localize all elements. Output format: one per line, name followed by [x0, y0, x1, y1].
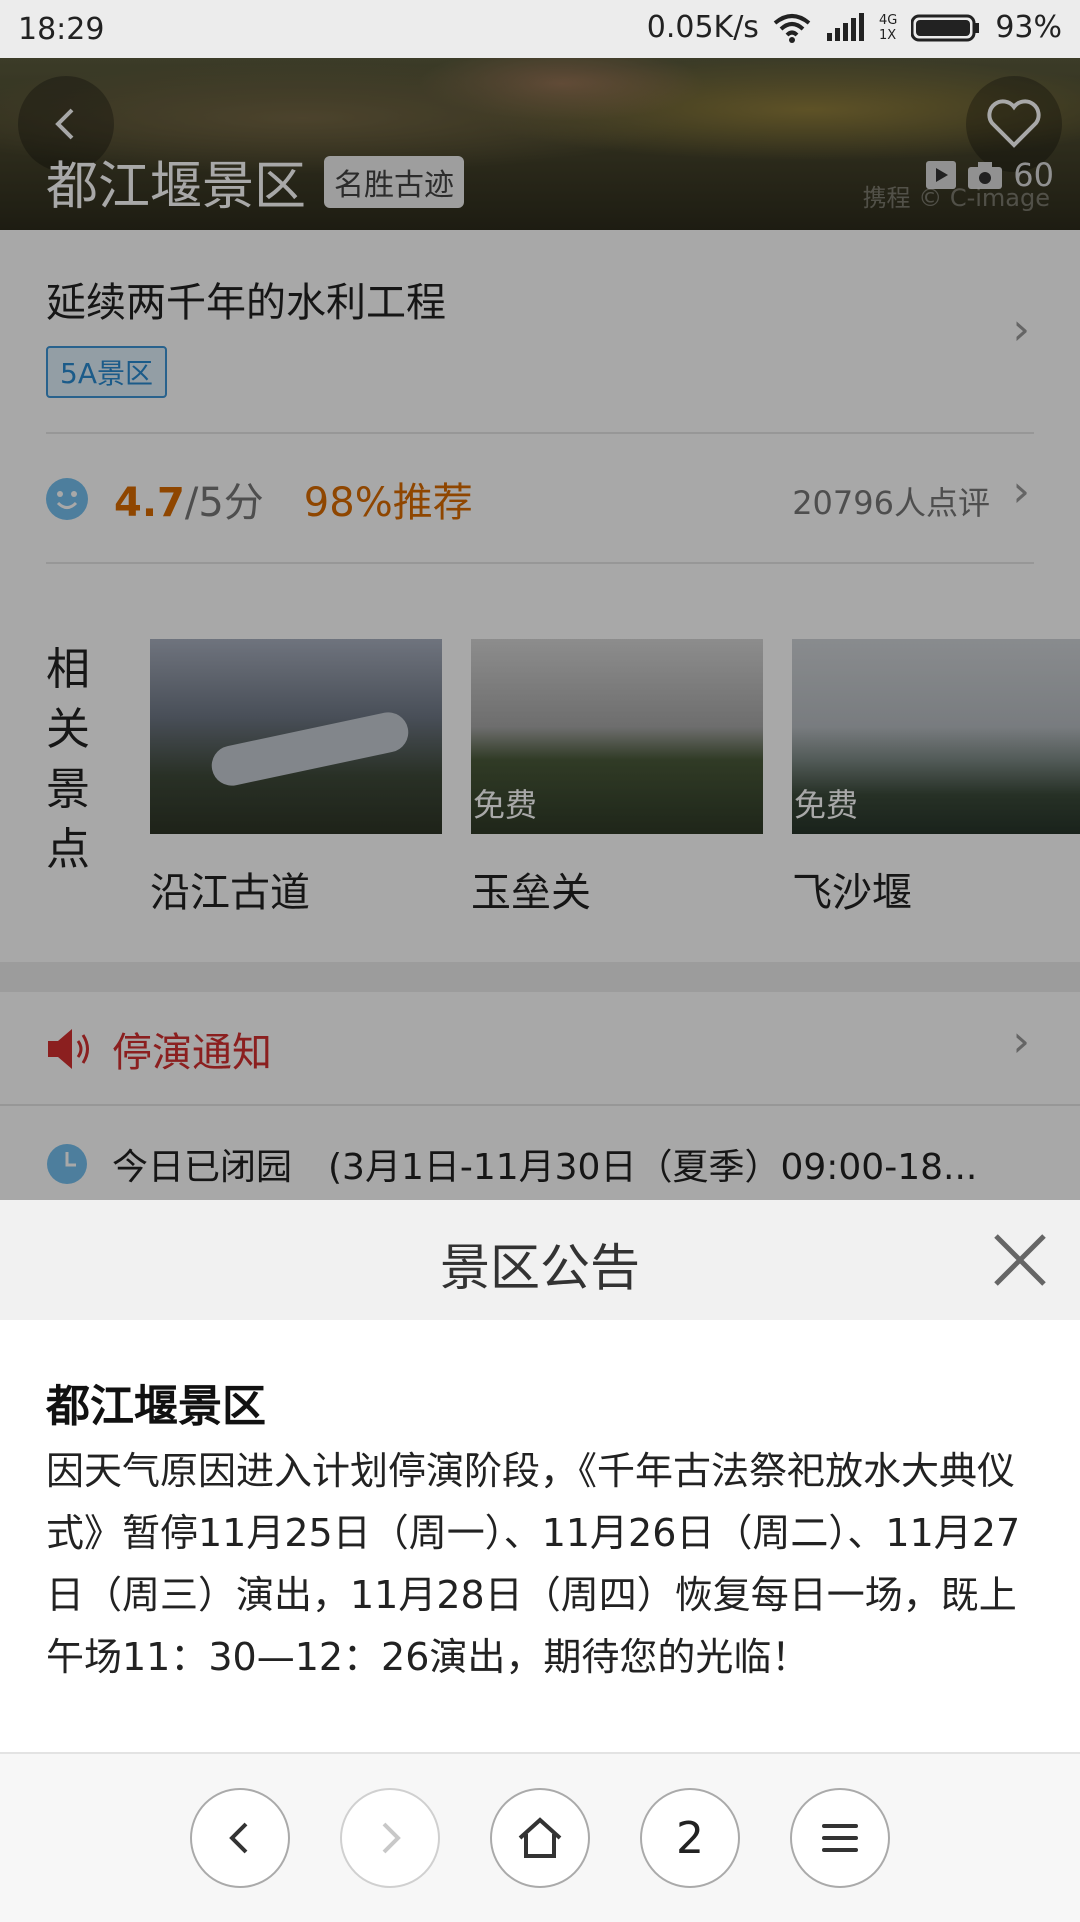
tab-count: 2: [676, 1812, 704, 1864]
chevron-right-icon: [382, 1822, 401, 1854]
chevron-left-icon: [229, 1822, 248, 1854]
nav-forward-button[interactable]: [340, 1788, 440, 1888]
announcement-sheet: 景区公告 都江堰景区 因天气原因进入计划停演阶段，《千年古法祭祀放水大典仪式》暂…: [0, 1200, 1080, 1922]
battery-percent: 93%: [995, 10, 1062, 45]
home-icon: [518, 1817, 562, 1858]
nav-menu-button[interactable]: [790, 1788, 890, 1888]
announcement-heading: 都江堰景区: [46, 1381, 266, 1432]
menu-icon: [822, 1824, 858, 1852]
status-time: 18:29: [18, 12, 105, 47]
nav-tabs-button[interactable]: 2: [640, 1788, 740, 1888]
network-type: 4G 1X: [878, 12, 898, 43]
signal-icon: [826, 12, 864, 41]
nav-home-button[interactable]: [490, 1788, 590, 1888]
nav-back-button[interactable]: [190, 1788, 290, 1888]
battery-icon: [911, 14, 980, 41]
announcement-body: 因天气原因进入计划停演阶段，《千年古法祭祀放水大典仪式》暂停11月25日（周一）…: [46, 1449, 1021, 1679]
modal-backdrop[interactable]: [0, 0, 1080, 1200]
network-speed: 0.05K/s: [646, 10, 759, 45]
status-right: 0.05K/s 4G 1X 93%: [647, 10, 1062, 45]
browser-nav-bar: 2: [0, 1752, 1080, 1922]
sheet-header: 景区公告: [0, 1200, 1080, 1320]
sheet-title: 景区公告: [440, 1239, 640, 1297]
wifi-icon: [773, 13, 811, 43]
status-bar: 18:29 0.05K/s 4G 1X 93%: [0, 0, 1080, 58]
close-icon[interactable]: [988, 1228, 1052, 1292]
